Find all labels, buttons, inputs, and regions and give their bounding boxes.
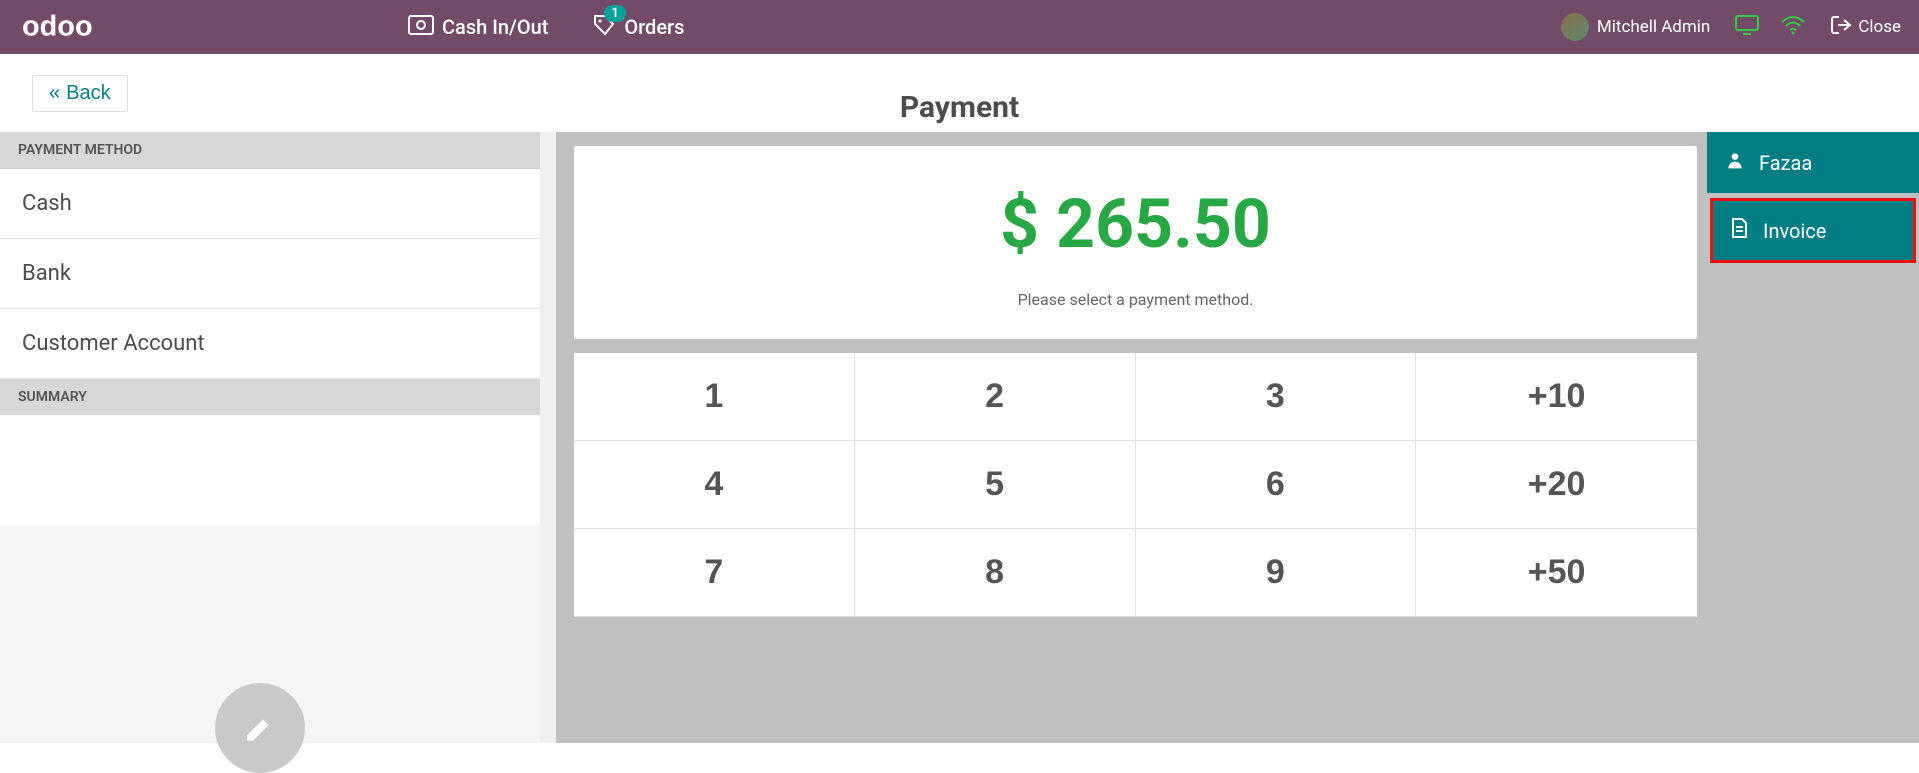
summary-area (0, 525, 540, 743)
tag-icon: 1 (592, 13, 616, 42)
edit-button[interactable] (215, 683, 305, 773)
numpad-plus20[interactable]: +20 (1416, 441, 1697, 529)
invoice-label: Invoice (1763, 219, 1826, 243)
payment-method-customer-account[interactable]: Customer Account (0, 309, 540, 379)
avatar (1561, 13, 1589, 41)
back-label: Back (66, 82, 110, 105)
scrollbar-gap (540, 132, 556, 743)
cash-in-out-button[interactable]: Cash In/Out (408, 15, 548, 40)
summary-empty (0, 415, 540, 525)
numpad-7[interactable]: 7 (574, 529, 855, 617)
close-label: Close (1858, 17, 1901, 37)
numpad: 1 2 3 +10 4 5 6 +20 7 8 9 +50 (574, 353, 1697, 617)
invoice-button[interactable]: Invoice (1711, 199, 1915, 262)
amount-card: $ 265.50 Please select a payment method. (574, 146, 1697, 339)
payment-hint: Please select a payment method. (594, 290, 1677, 309)
orders-button[interactable]: 1 Orders (592, 13, 684, 42)
cash-in-out-label: Cash In/Out (442, 15, 548, 39)
numpad-2[interactable]: 2 (855, 353, 1136, 441)
page-title: Payment (0, 62, 1919, 125)
logout-icon (1830, 14, 1852, 41)
orders-badge: 1 (604, 5, 625, 22)
chevron-left-icon: « (49, 82, 60, 105)
payment-method-cash[interactable]: Cash (0, 169, 540, 239)
top-navbar: odoo Cash In/Out 1 Orders Mitchell Admin… (0, 0, 1919, 54)
left-panel: PAYMENT METHOD Cash Bank Customer Accoun… (0, 132, 540, 743)
odoo-logo[interactable]: odoo (18, 10, 128, 44)
summary-header: SUMMARY (0, 379, 540, 415)
subheader: « Back Payment (0, 54, 1919, 132)
numpad-plus50[interactable]: +50 (1416, 529, 1697, 617)
numpad-3[interactable]: 3 (1136, 353, 1417, 441)
numpad-plus10[interactable]: +10 (1416, 353, 1697, 441)
payment-method-header: PAYMENT METHOD (0, 132, 540, 169)
main-area: PAYMENT METHOD Cash Bank Customer Accoun… (0, 132, 1919, 743)
svg-text:odoo: odoo (22, 11, 93, 43)
page-title-text: Payment (0, 90, 1919, 125)
amount-display: $ 265.50 (594, 184, 1677, 264)
numpad-5[interactable]: 5 (855, 441, 1136, 529)
numpad-8[interactable]: 8 (855, 529, 1136, 617)
numpad-9[interactable]: 9 (1136, 529, 1417, 617)
user-icon (1725, 150, 1745, 175)
center-panel: $ 265.50 Please select a payment method.… (556, 132, 1707, 743)
document-icon (1729, 217, 1749, 244)
status-icons (1734, 14, 1806, 40)
user-menu[interactable]: Mitchell Admin (1561, 13, 1710, 41)
back-button[interactable]: « Back (32, 75, 128, 112)
right-panel: Fazaa Invoice (1707, 132, 1919, 743)
numpad-6[interactable]: 6 (1136, 441, 1417, 529)
user-name: Mitchell Admin (1597, 17, 1710, 37)
wifi-icon[interactable] (1780, 14, 1806, 40)
numpad-4[interactable]: 4 (574, 441, 855, 529)
numpad-1[interactable]: 1 (574, 353, 855, 441)
customer-label: Fazaa (1759, 151, 1812, 175)
customer-button[interactable]: Fazaa (1707, 132, 1919, 193)
monitor-icon[interactable] (1734, 14, 1760, 40)
payment-method-bank[interactable]: Bank (0, 239, 540, 309)
close-button[interactable]: Close (1830, 14, 1901, 41)
cash-icon (408, 15, 434, 40)
orders-label: Orders (624, 15, 684, 39)
